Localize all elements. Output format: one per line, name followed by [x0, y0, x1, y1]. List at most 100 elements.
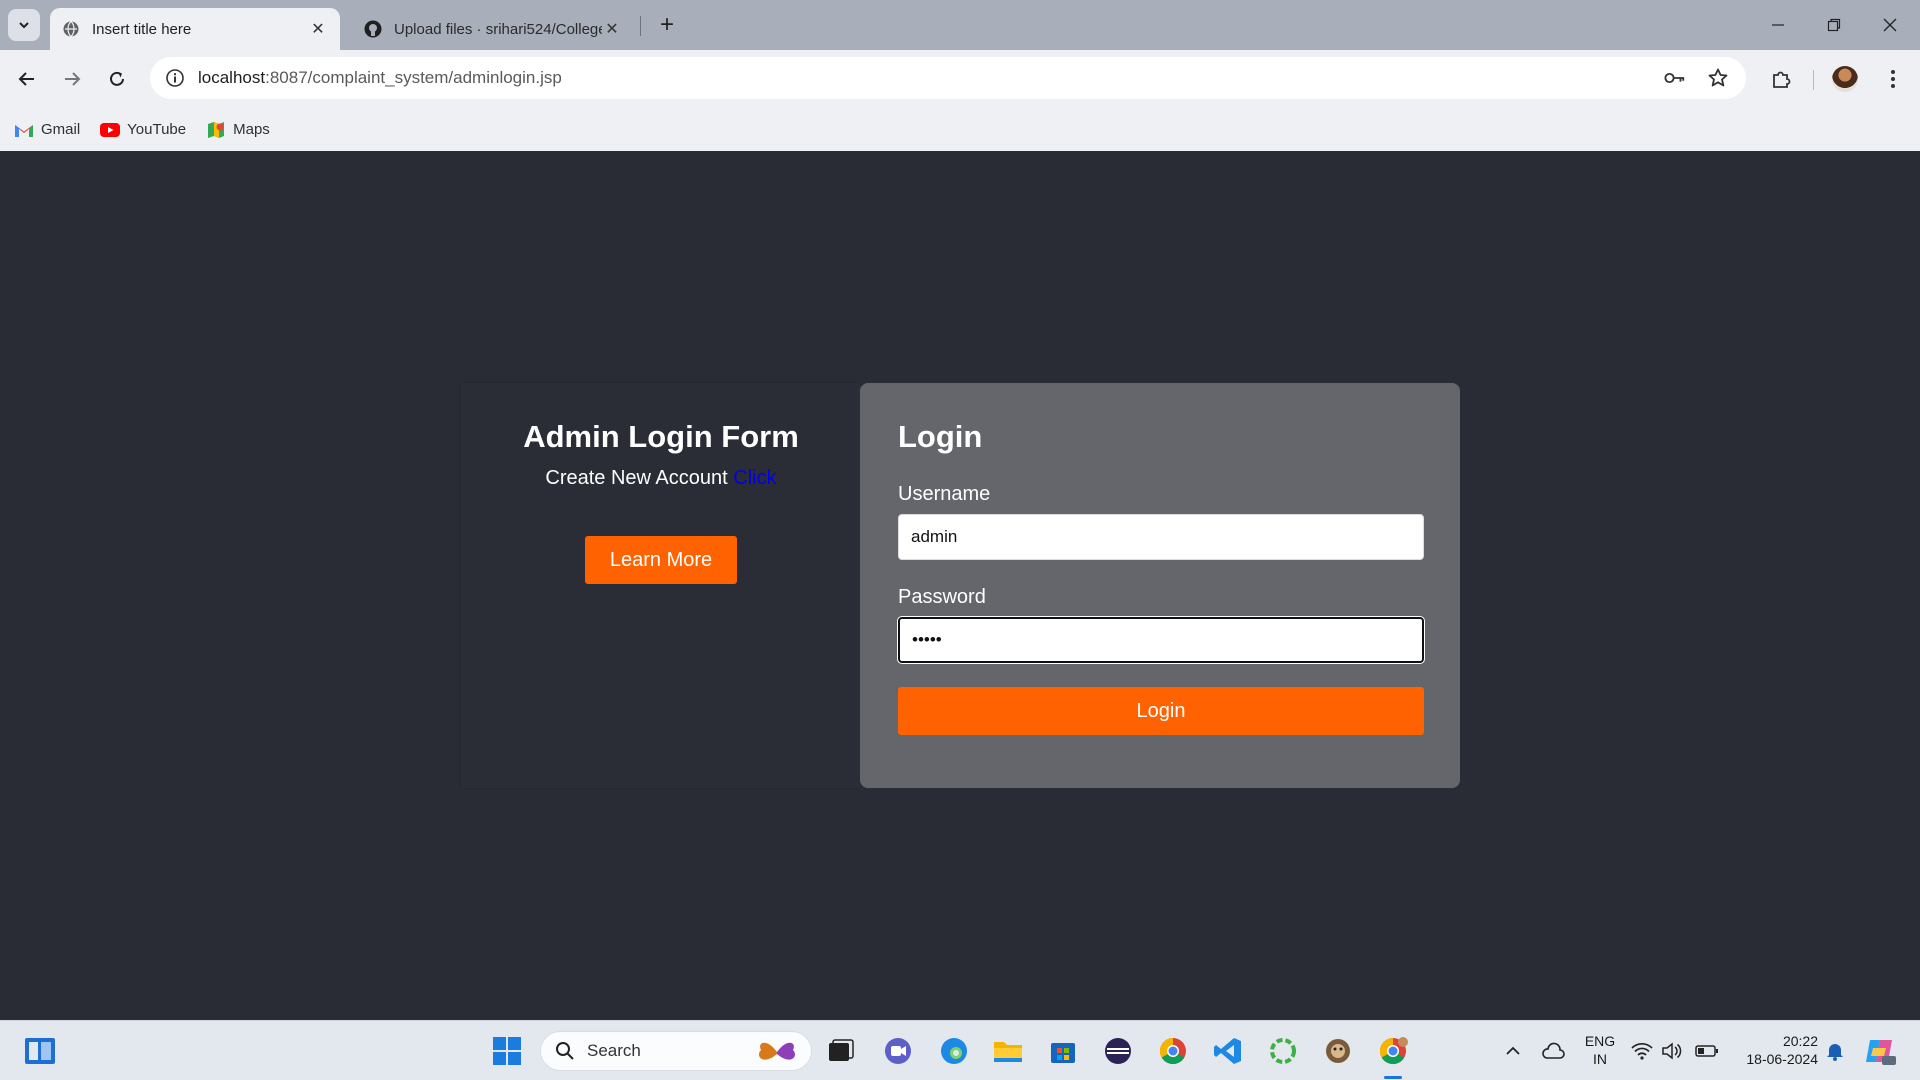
clock[interactable]: 20:22 18-06-2024	[1732, 1032, 1818, 1068]
bookmark-youtube[interactable]: YouTube	[100, 121, 186, 138]
close-window-button[interactable]	[1862, 0, 1918, 50]
arrow-left-icon	[18, 72, 34, 86]
tab-title: Upload files · srihari524/College	[394, 20, 602, 38]
start-button[interactable]	[487, 1031, 527, 1071]
bookmarks-bar: Gmail YouTube Maps	[0, 108, 1920, 151]
profile-button[interactable]	[1828, 62, 1862, 96]
bookmark-gmail[interactable]: Gmail	[14, 121, 80, 138]
task-view-icon	[829, 1039, 854, 1061]
wifi-icon	[1631, 1042, 1653, 1060]
show-hidden-icons-button[interactable]	[1493, 1031, 1533, 1071]
taskbar-app-vscode[interactable]	[1208, 1031, 1248, 1071]
avatar	[1832, 66, 1858, 92]
bookmark-star-icon[interactable]	[1707, 67, 1729, 89]
extensions-button[interactable]	[1764, 62, 1798, 96]
volume-status[interactable]	[1657, 1031, 1687, 1071]
minimize-button[interactable]	[1750, 0, 1806, 50]
taskbar-app-server[interactable]	[1318, 1031, 1358, 1071]
tab-divider	[640, 16, 641, 36]
taskbar: Search ENG IN 20:22 18-06-2024	[0, 1020, 1920, 1080]
address-bar[interactable]: localhost:8087/complaint_system/adminlog…	[150, 57, 1746, 99]
language-label: ENG	[1584, 1033, 1616, 1049]
notifications-button[interactable]	[1820, 1031, 1850, 1071]
login-heading: Login	[898, 419, 983, 454]
taskbar-app-meet[interactable]	[878, 1031, 918, 1071]
bookmark-maps[interactable]: Maps	[206, 121, 270, 138]
taskbar-app-eclipse[interactable]	[1098, 1031, 1138, 1071]
page-title: Admin Login Form	[523, 419, 799, 454]
back-button[interactable]	[10, 62, 44, 96]
butterfly-icon	[758, 1042, 796, 1060]
minimize-icon	[1772, 24, 1784, 26]
site-info-icon[interactable]	[156, 68, 194, 88]
chrome-icon	[1379, 1037, 1408, 1065]
widgets-button[interactable]	[20, 1031, 60, 1071]
username-field[interactable]: admin	[898, 514, 1424, 560]
bookmark-label: Maps	[233, 121, 270, 138]
password-field[interactable]: •••••	[897, 616, 1425, 664]
bookmark-label: Gmail	[41, 121, 81, 138]
taskbar-app-green[interactable]	[1263, 1031, 1303, 1071]
reload-icon	[110, 71, 124, 86]
restore-button[interactable]	[1806, 0, 1862, 50]
password-key-icon[interactable]	[1664, 67, 1686, 89]
edge-icon	[941, 1038, 967, 1064]
browser-toolbar: localhost:8087/complaint_system/adminlog…	[0, 50, 1920, 108]
maps-icon	[208, 121, 225, 138]
create-account-link[interactable]: Click	[733, 467, 776, 489]
tab-insert-title[interactable]: Insert title here ✕	[50, 8, 340, 50]
browser-menu-button[interactable]	[1876, 62, 1910, 96]
forward-button[interactable]	[55, 62, 89, 96]
globe-icon	[63, 21, 79, 37]
bookmark-label: YouTube	[127, 121, 187, 138]
speaker-icon	[1662, 1042, 1682, 1060]
create-account-label: Create New Account	[545, 467, 728, 489]
tab-search-button[interactable]	[8, 9, 40, 41]
clock-time: 20:22	[1782, 1033, 1818, 1049]
taskbar-app-explorer[interactable]	[988, 1031, 1028, 1071]
clock-date: 18-06-2024	[1746, 1051, 1818, 1067]
new-tab-button[interactable]: +	[652, 10, 682, 40]
more-vertical-icon	[1891, 70, 1895, 88]
learn-more-button[interactable]: Learn More	[585, 536, 737, 584]
tomcat-icon	[1326, 1039, 1350, 1063]
widgets-icon	[25, 1038, 55, 1064]
bell-icon	[1827, 1044, 1843, 1061]
url-text[interactable]: localhost:8087/complaint_system/adminlog…	[198, 68, 562, 88]
store-icon	[1051, 1043, 1075, 1063]
taskbar-app-store[interactable]	[1043, 1031, 1083, 1071]
close-tab-icon[interactable]: ✕	[308, 19, 328, 39]
battery-status[interactable]	[1692, 1031, 1722, 1071]
reload-button[interactable]	[100, 62, 134, 96]
youtube-icon	[100, 122, 121, 137]
ring-icon	[1270, 1038, 1296, 1064]
video-chat-icon	[885, 1038, 911, 1064]
taskbar-app-chrome-active[interactable]	[1373, 1031, 1413, 1071]
taskbar-app-edge[interactable]	[934, 1031, 974, 1071]
password-label: Password	[898, 586, 986, 608]
search-placeholder: Search	[587, 1041, 641, 1060]
chrome-icon	[1159, 1037, 1186, 1065]
eclipse-icon	[1105, 1038, 1131, 1064]
close-icon	[1883, 18, 1897, 32]
puzzle-icon	[1773, 71, 1791, 88]
login-button[interactable]: Login	[898, 687, 1424, 735]
search-icon	[556, 1042, 574, 1060]
close-tab-icon[interactable]: ✕	[602, 19, 622, 39]
battery-icon	[1695, 1045, 1718, 1057]
wifi-status[interactable]	[1627, 1031, 1657, 1071]
taskbar-search[interactable]: Search	[540, 1031, 812, 1071]
page-content: Admin Login Form Create New Account Clic…	[0, 151, 1920, 1020]
onedrive-button[interactable]	[1533, 1031, 1573, 1071]
taskbar-app-chrome[interactable]	[1153, 1031, 1193, 1071]
copilot-button[interactable]	[1860, 1031, 1900, 1071]
url-path: :8087/complaint_system/adminlogin.jsp	[265, 68, 562, 87]
language-indicator[interactable]: ENG IN	[1580, 1032, 1620, 1068]
tab-upload-files[interactable]: Upload files · srihari524/College ✕	[352, 8, 634, 50]
username-label: Username	[898, 483, 991, 505]
folder-icon	[994, 1042, 1022, 1062]
task-view-button[interactable]	[821, 1031, 861, 1071]
active-app-indicator	[1384, 1076, 1402, 1079]
windows-icon	[493, 1037, 521, 1065]
gmail-icon	[15, 124, 33, 137]
